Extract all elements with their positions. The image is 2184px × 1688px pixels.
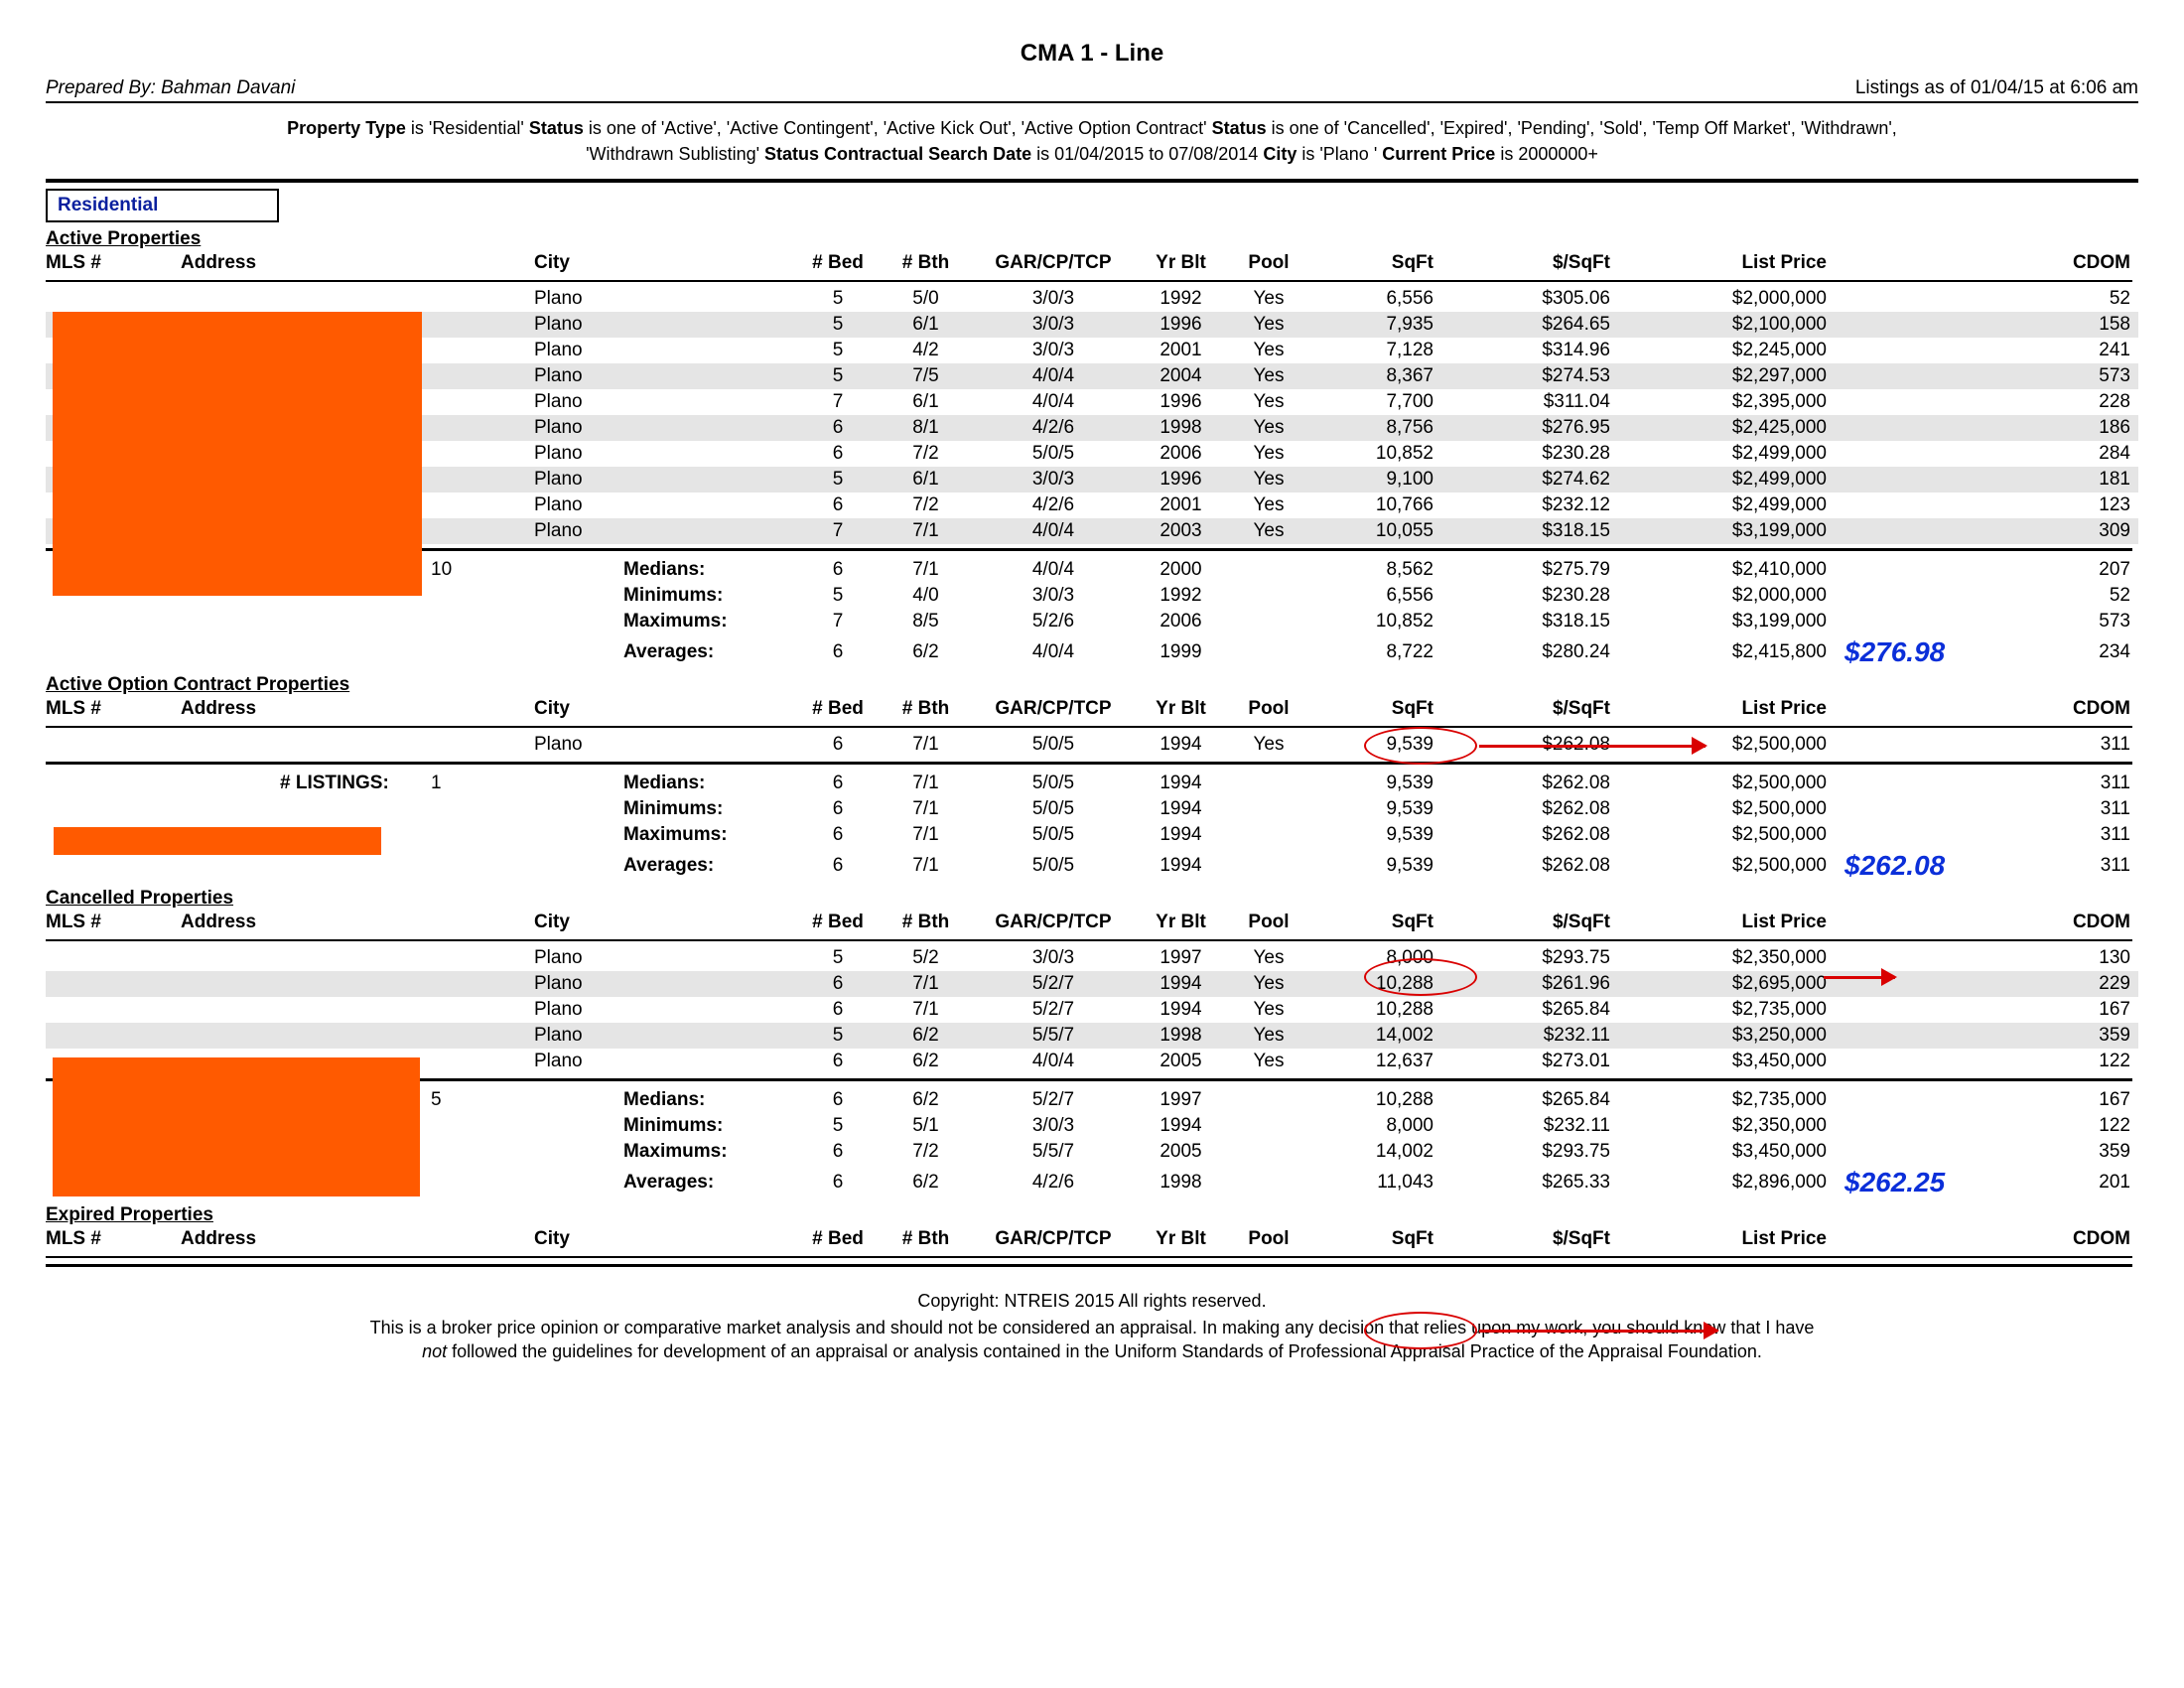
- category-box: Residential: [46, 189, 279, 222]
- red-ellipse-icon: [1364, 727, 1477, 765]
- annotation-value: $262.25: [1844, 1167, 1945, 1197]
- section-title: Active Properties: [46, 228, 2138, 250]
- table-row: Plano 67/15/0/5 1994Yes9,539 $262.08$2,5…: [46, 732, 2138, 758]
- stat-row: # LISTINGS: 1 Medians: 67/15/0/5 19949,5…: [46, 771, 2138, 796]
- table-row: Plano 67/15/2/7 1994Yes10,288 $261.96$2,…: [46, 971, 2138, 997]
- stat-row: Minimums: 67/15/0/5 19949,539 $262.08$2,…: [46, 796, 2138, 822]
- annotation-value: $276.98: [1844, 636, 1945, 667]
- search-filters: Property Type is 'Residential' Status is…: [46, 111, 2138, 175]
- listings-table: MLS #AddressCity # Bed# BthGAR/CP/TCP Yr…: [46, 696, 2138, 884]
- redaction-block: [53, 312, 422, 596]
- red-ellipse-icon: [1364, 958, 1477, 996]
- listings-table: MLS #AddressCity # Bed# BthGAR/CP/TCP Yr…: [46, 1226, 2138, 1273]
- table-row: Plano 67/15/2/7 1994Yes10,288 $265.84$2,…: [46, 997, 2138, 1023]
- listings-as-of: Listings as of 01/04/15 at 6:06 am: [1855, 77, 2138, 99]
- red-arrow-icon: [1479, 1330, 1717, 1333]
- disclaimer: This is a broker price opinion or compar…: [125, 1316, 2059, 1363]
- red-arrow-icon: [1824, 976, 1895, 979]
- annotation-value: $262.08: [1844, 850, 1945, 881]
- section-title: Cancelled Properties: [46, 888, 2138, 910]
- stat-row: Maximums: 78/55/2/6 200610,852 $318.15$3…: [46, 609, 2138, 634]
- red-arrow-icon: [1479, 745, 1706, 748]
- copyright: Copyright: NTREIS 2015 All rights reserv…: [46, 1291, 2138, 1312]
- table-row: Plano 55/23/0/3 1997Yes8,000 $293.75$2,3…: [46, 945, 2138, 971]
- section-title: Active Option Contract Properties: [46, 674, 2138, 696]
- red-ellipse-icon: [1364, 1312, 1477, 1349]
- section-title: Expired Properties: [46, 1204, 2138, 1226]
- stat-row: Averages: 66/24/0/4 19998,722 $280.24$2,…: [46, 634, 2138, 670]
- table-row: Plano 56/25/5/7 1998Yes14,002 $232.11$3,…: [46, 1023, 2138, 1049]
- page-title: CMA 1 - Line: [46, 40, 2138, 68]
- table-row: Plano 55/03/0/3 1992Yes6,556 $305.06$2,0…: [46, 286, 2138, 312]
- redaction-block: [54, 827, 381, 855]
- prepared-by: Prepared By: Bahman Davani: [46, 77, 295, 99]
- top-bar: Prepared By: Bahman Davani Listings as o…: [46, 77, 2138, 103]
- redaction-block: [53, 1057, 420, 1196]
